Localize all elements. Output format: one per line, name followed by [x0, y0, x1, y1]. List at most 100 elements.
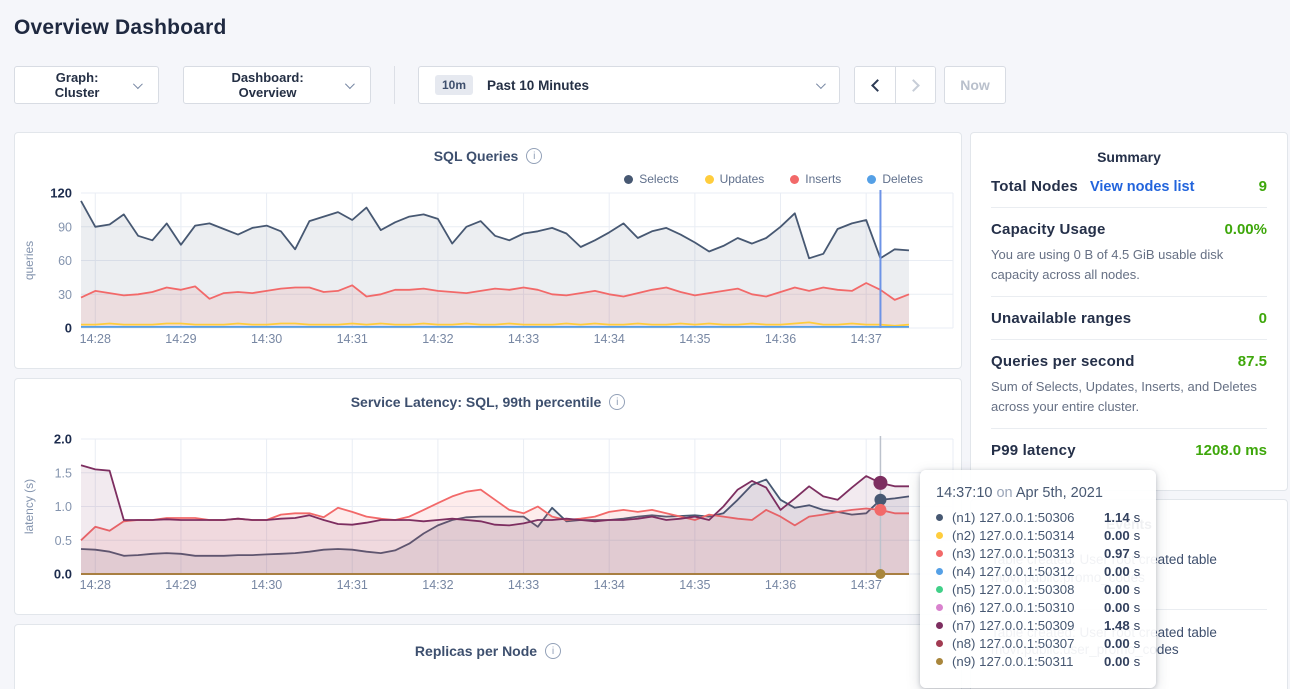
- node-color-dot: [936, 586, 943, 593]
- capacity-usage-label: Capacity Usage: [991, 221, 1106, 238]
- svg-text:14:29: 14:29: [165, 578, 196, 592]
- tooltip-node-row: (n5) 127.0.0.1:503080.00s: [936, 580, 1140, 598]
- tooltip-node-row: (n8) 127.0.0.1:503070.00s: [936, 634, 1140, 652]
- svg-text:14:37: 14:37: [851, 332, 882, 346]
- legend-item-deletes[interactable]: Deletes: [867, 171, 923, 187]
- total-nodes-label: Total Nodes: [991, 178, 1078, 195]
- svg-text:14:29: 14:29: [165, 332, 196, 346]
- latency-hover-tooltip: 14:37:10 on Apr 5th, 2021 (n1) 127.0.0.1…: [920, 470, 1156, 688]
- summary-title: Summary: [991, 149, 1267, 165]
- svg-text:14:35: 14:35: [679, 332, 710, 346]
- svg-text:60: 60: [58, 254, 72, 268]
- legend-item-updates[interactable]: Updates: [705, 171, 765, 187]
- info-icon[interactable]: [545, 643, 561, 659]
- svg-text:2.0: 2.0: [54, 433, 72, 447]
- svg-text:14:32: 14:32: [422, 578, 453, 592]
- chevron-down-icon: [345, 79, 355, 89]
- sql-queries-title: SQL Queries: [434, 148, 519, 164]
- controls-divider: [394, 66, 395, 104]
- unavailable-ranges-value: 0: [1259, 310, 1267, 327]
- dashboard-controls: Graph: Cluster Dashboard: Overview 10m P…: [14, 66, 1290, 104]
- tooltip-node-row: (n4) 127.0.0.1:503120.00s: [936, 562, 1140, 580]
- graph-dropdown-label: Graph: Cluster: [33, 70, 121, 100]
- svg-text:14:36: 14:36: [765, 578, 796, 592]
- svg-text:14:30: 14:30: [251, 332, 282, 346]
- svg-text:latency (s): latency (s): [22, 479, 36, 534]
- time-range-dropdown[interactable]: 10m Past 10 Minutes: [418, 66, 840, 104]
- info-icon[interactable]: [609, 394, 625, 410]
- legend-item-inserts[interactable]: Inserts: [790, 171, 841, 187]
- now-button[interactable]: Now: [944, 66, 1006, 104]
- time-pager: [854, 66, 936, 104]
- svg-text:120: 120: [50, 187, 72, 201]
- chevron-left-icon: [871, 79, 884, 92]
- svg-text:0.5: 0.5: [55, 534, 72, 548]
- legend-item-selects[interactable]: Selects: [624, 171, 678, 187]
- p99-latency-label: P99 latency: [991, 442, 1076, 459]
- qps-label: Queries per second: [991, 353, 1135, 370]
- dashboard-dropdown-label: Dashboard: Overview: [202, 70, 333, 100]
- summary-row-capacity: Capacity Usage 0.00% You are using 0 B o…: [991, 208, 1267, 297]
- qps-description: Sum of Selects, Updates, Inserts, and De…: [991, 377, 1267, 416]
- view-nodes-list-link[interactable]: View nodes list: [1090, 179, 1195, 195]
- sql-queries-card: SQL Queries Selects Updates Inserts Deletes…: [14, 132, 962, 369]
- service-latency-chart[interactable]: 14:2814:2914:3014:3114:3214:3314:3414:35…: [15, 433, 963, 597]
- svg-text:queries: queries: [22, 241, 36, 280]
- summary-panel: Summary Total Nodes View nodes list 9 Ca…: [970, 132, 1288, 491]
- svg-text:14:28: 14:28: [80, 332, 111, 346]
- chevron-right-icon: [907, 79, 920, 92]
- chevron-down-icon: [133, 79, 143, 89]
- tooltip-node-row: (n6) 127.0.0.1:503100.00s: [936, 598, 1140, 616]
- time-next-button[interactable]: [895, 67, 935, 103]
- svg-text:0: 0: [65, 321, 72, 336]
- svg-text:90: 90: [58, 220, 72, 234]
- sql-queries-legend: Selects Updates Inserts Deletes: [15, 171, 923, 187]
- svg-text:14:33: 14:33: [508, 578, 539, 592]
- tooltip-timestamp: 14:37:10 on Apr 5th, 2021: [936, 485, 1140, 501]
- svg-text:14:36: 14:36: [765, 332, 796, 346]
- info-icon[interactable]: [526, 148, 542, 164]
- svg-text:1.5: 1.5: [55, 466, 72, 480]
- summary-row-p99: P99 latency 1208.0 ms: [991, 429, 1267, 471]
- legend-dot: [867, 175, 876, 184]
- capacity-usage-description: You are using 0 B of 4.5 GiB usable disk…: [991, 245, 1267, 284]
- node-color-dot: [936, 532, 943, 539]
- tooltip-node-row: (n9) 127.0.0.1:503110.00s: [936, 652, 1140, 670]
- node-color-dot: [936, 568, 943, 575]
- svg-text:14:34: 14:34: [594, 332, 625, 346]
- time-range-label: Past 10 Minutes: [487, 78, 589, 93]
- capacity-usage-value: 0.00%: [1224, 221, 1267, 238]
- unavailable-ranges-label: Unavailable ranges: [991, 310, 1131, 327]
- time-prev-button[interactable]: [855, 67, 895, 103]
- node-color-dot: [936, 622, 943, 629]
- legend-dot: [790, 175, 799, 184]
- node-color-dot: [936, 604, 943, 611]
- summary-row-total-nodes: Total Nodes View nodes list 9: [991, 165, 1267, 208]
- svg-text:14:34: 14:34: [594, 578, 625, 592]
- summary-row-unavailable-ranges: Unavailable ranges 0: [991, 297, 1267, 340]
- total-nodes-value: 9: [1259, 178, 1267, 195]
- summary-row-qps: Queries per second 87.5 Sum of Selects, …: [991, 340, 1267, 429]
- svg-text:14:35: 14:35: [679, 578, 710, 592]
- svg-text:14:32: 14:32: [422, 332, 453, 346]
- service-latency-card: Service Latency: SQL, 99th percentile 14…: [14, 378, 962, 615]
- svg-text:14:33: 14:33: [508, 332, 539, 346]
- dashboard-dropdown[interactable]: Dashboard: Overview: [183, 66, 371, 104]
- tooltip-node-row: (n7) 127.0.0.1:503091.48s: [936, 616, 1140, 634]
- graph-dropdown[interactable]: Graph: Cluster: [14, 66, 159, 104]
- page-title: Overview Dashboard: [0, 0, 1290, 40]
- sql-queries-chart[interactable]: 14:28 14:29 14:30 14:31 14:32 14:33 14:34 14:35…: [15, 187, 963, 351]
- svg-text:30: 30: [58, 288, 72, 302]
- p99-latency-value: 1208.0 ms: [1195, 442, 1267, 459]
- qps-value: 87.5: [1238, 353, 1267, 370]
- replicas-per-node-title: Replicas per Node: [415, 643, 537, 659]
- tooltip-node-row: (n1) 127.0.0.1:503061.14s: [936, 508, 1140, 526]
- node-color-dot: [936, 658, 943, 665]
- svg-text:14:31: 14:31: [337, 332, 368, 346]
- svg-text:14:28: 14:28: [80, 578, 111, 592]
- chevron-down-icon: [816, 79, 826, 89]
- node-color-dot: [936, 550, 943, 557]
- tooltip-node-row: (n2) 127.0.0.1:503140.00s: [936, 526, 1140, 544]
- svg-text:14:30: 14:30: [251, 578, 282, 592]
- node-color-dot: [936, 514, 943, 521]
